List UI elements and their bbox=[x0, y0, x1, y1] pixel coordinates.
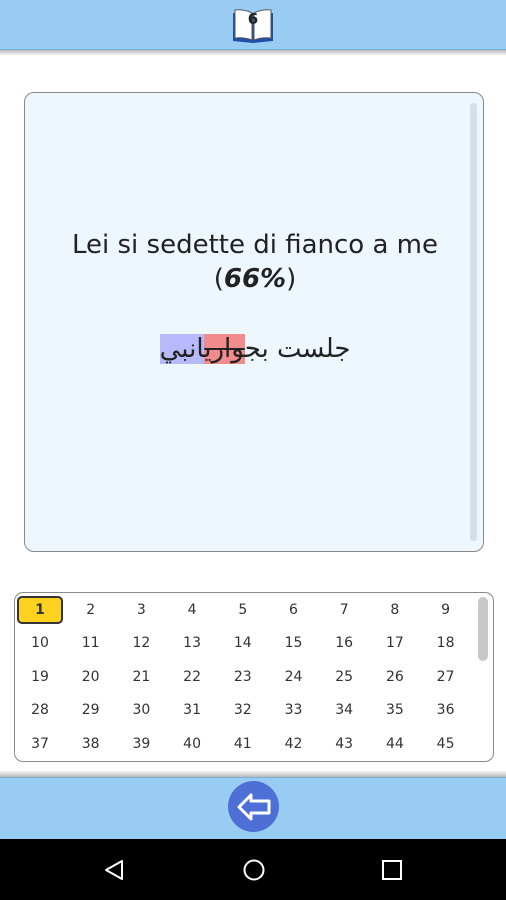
score-open-paren: ( bbox=[213, 264, 224, 294]
sentence-number-cell[interactable]: 14 bbox=[220, 629, 266, 657]
sentence-number-cell[interactable]: 6 bbox=[271, 596, 317, 624]
sentence-number-cell[interactable]: 3 bbox=[118, 596, 164, 624]
sentence-number-cell[interactable]: 28 bbox=[17, 696, 63, 724]
sentence-number-cell[interactable]: 1 bbox=[17, 596, 63, 624]
sentence-number-cell[interactable]: 40 bbox=[169, 730, 215, 758]
sentence-number-cell[interactable]: 17 bbox=[372, 629, 418, 657]
sentence-number-cell[interactable]: 36 bbox=[423, 696, 469, 724]
sentence-number-cell[interactable]: 35 bbox=[372, 696, 418, 724]
sentence-number-cell[interactable]: 34 bbox=[321, 696, 367, 724]
sentence-number-cell[interactable]: 25 bbox=[321, 663, 367, 691]
sentence-number-cell[interactable]: 29 bbox=[68, 696, 114, 724]
sentence-number-cell[interactable]: 11 bbox=[68, 629, 114, 657]
sentence-number-cell[interactable]: 41 bbox=[220, 730, 266, 758]
sentence-number-cell[interactable]: 26 bbox=[372, 663, 418, 691]
system-nav-bar bbox=[0, 839, 506, 900]
sentence-number-grid: 1 2 3 4 5 6 7 8 9 10 11 12 13 14 15 16 17 18 19 20 21 22 23 24 2… bbox=[14, 592, 494, 762]
sentence-number-cell[interactable]: 24 bbox=[271, 663, 317, 691]
answer-line: جلست بجواريانبي bbox=[45, 331, 465, 367]
nav-home-icon[interactable] bbox=[242, 858, 266, 882]
sentence-number-cell[interactable]: 5 bbox=[220, 596, 266, 624]
score-close-paren: ) bbox=[286, 264, 297, 294]
sentence-number-cell[interactable]: 37 bbox=[17, 730, 63, 758]
top-bar-shadow bbox=[0, 50, 506, 56]
nav-recents-icon[interactable] bbox=[381, 859, 403, 881]
sentence-number-cell[interactable]: 12 bbox=[118, 629, 164, 657]
sentence-number-cell[interactable]: 4 bbox=[169, 596, 215, 624]
sentence-number-cell[interactable]: 10 bbox=[17, 629, 63, 657]
sentence-number-cell[interactable]: 15 bbox=[271, 629, 317, 657]
answer-missing-segment: انبي bbox=[159, 334, 205, 364]
card-scrollbar[interactable] bbox=[470, 103, 477, 541]
sentence-number-cell[interactable]: 39 bbox=[118, 730, 164, 758]
answer-correct-segment: جلست بج bbox=[244, 334, 351, 364]
sentence-number-cell[interactable]: 32 bbox=[220, 696, 266, 724]
sentence-number-cell[interactable]: 23 bbox=[220, 663, 266, 691]
book-number: 6 bbox=[247, 10, 259, 28]
sentence-number-cell[interactable]: 18 bbox=[423, 629, 469, 657]
sentence-number-cell[interactable]: 44 bbox=[372, 730, 418, 758]
bottom-bar-shadow bbox=[0, 770, 506, 777]
sentence-number-cell[interactable]: 7 bbox=[321, 596, 367, 624]
back-arrow-icon bbox=[237, 793, 271, 821]
sentence-number-cell[interactable]: 33 bbox=[271, 696, 317, 724]
sentence-card: Lei si sedette di fianco a me (66%) جلست… bbox=[24, 92, 484, 552]
back-button[interactable] bbox=[228, 781, 279, 832]
sentence-number-cell[interactable]: 8 bbox=[372, 596, 418, 624]
sentence-number-cell[interactable]: 43 bbox=[321, 730, 367, 758]
sentence-number-cell[interactable]: 42 bbox=[271, 730, 317, 758]
sentence-number-cell[interactable]: 22 bbox=[169, 663, 215, 691]
sentence-number-cell[interactable]: 38 bbox=[68, 730, 114, 758]
sentence-text: Lei si sedette di fianco a me bbox=[71, 230, 438, 260]
sentence-number-cell[interactable]: 9 bbox=[423, 596, 469, 624]
score-line: (66%) bbox=[45, 262, 465, 296]
sentence-number-cell[interactable]: 2 bbox=[68, 596, 114, 624]
score-percent: 66% bbox=[223, 264, 287, 294]
answer-wrong-segment: واري bbox=[204, 334, 245, 364]
grid-scrollbar[interactable] bbox=[478, 597, 488, 661]
sentence-number-cell[interactable]: 13 bbox=[169, 629, 215, 657]
sentence-number-cell[interactable]: 31 bbox=[169, 696, 215, 724]
sentence-number-cell[interactable]: 30 bbox=[118, 696, 164, 724]
sentence-number-cell[interactable]: 27 bbox=[423, 663, 469, 691]
sentence-number-cell[interactable]: 45 bbox=[423, 730, 469, 758]
sentence-number-cell[interactable]: 21 bbox=[118, 663, 164, 691]
sentence-number-cell[interactable]: 19 bbox=[17, 663, 63, 691]
nav-back-icon[interactable] bbox=[102, 858, 126, 882]
sentence-number-cell[interactable]: 16 bbox=[321, 629, 367, 657]
sentence-number-cell[interactable]: 20 bbox=[68, 663, 114, 691]
